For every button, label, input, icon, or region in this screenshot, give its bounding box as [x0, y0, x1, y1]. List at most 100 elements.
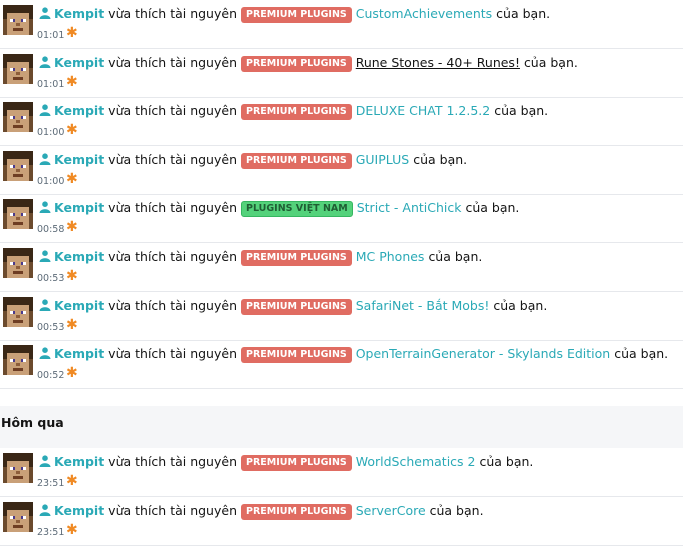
resource-link[interactable]: GUIPLUS: [356, 152, 410, 167]
asterisk-icon: ✱: [66, 170, 78, 187]
resource-link[interactable]: DELUXE CHAT 1.2.5.2: [356, 103, 491, 118]
username-link[interactable]: Kempit: [54, 55, 104, 70]
username-link[interactable]: Kempit: [54, 200, 104, 215]
alert-item: Kempit vừa thích tài nguyên PLUGINS VIỆT…: [0, 194, 683, 244]
asterisk-icon: ✱: [66, 365, 78, 382]
resource-link[interactable]: SafariNet - Bắt Mobs!: [356, 298, 490, 313]
username-link[interactable]: Kempit: [54, 152, 104, 167]
user-icon: [39, 503, 51, 516]
alert-time: 00:52: [37, 370, 65, 382]
suffix-text: của bạn.: [465, 200, 520, 216]
prefix-badge: PREMIUM PLUGINS: [240, 503, 352, 520]
resource-link[interactable]: WorldSchematics 2: [356, 454, 476, 469]
username-link[interactable]: Kempit: [54, 249, 104, 264]
username-link[interactable]: Kempit: [54, 298, 104, 313]
alert-item: Kempit vừa thích tài nguyên PREMIUM PLUG…: [0, 97, 683, 147]
asterisk-icon: ✱: [66, 316, 78, 333]
asterisk-icon: ✱: [66, 73, 78, 90]
action-text: vừa thích tài nguyên: [108, 249, 237, 264]
user-icon: [39, 201, 51, 214]
resource-link[interactable]: Strict - AntiChick: [357, 200, 462, 215]
avatar[interactable]: [3, 248, 33, 278]
avatar[interactable]: [3, 150, 33, 181]
resource-link[interactable]: Rune Stones - 40+ Runes!: [356, 55, 520, 70]
suffix-text: của bạn.: [429, 502, 484, 518]
alert-text: Kempit vừa thích tài nguyên PREMIUM PLUG…: [39, 248, 482, 266]
action-text: vừa thích tài nguyên: [108, 502, 237, 518]
suffix-text: của bạn.: [496, 6, 551, 21]
section-header-yesterday: Hôm qua: [0, 406, 683, 448]
username-link[interactable]: Kempit: [54, 6, 104, 21]
username-link[interactable]: Kempit: [54, 346, 104, 361]
resource-link[interactable]: MC Phones: [356, 249, 425, 264]
suffix-text: của bạn.: [614, 346, 669, 362]
alert-item: Kempit vừa thích tài nguyên PREMIUM PLUG…: [0, 0, 683, 49]
section-title: Hôm qua: [1, 415, 64, 430]
alert-time: 00:53: [37, 321, 65, 333]
avatar[interactable]: [3, 453, 33, 483]
alert-text: Kempit vừa thích tài nguyên PREMIUM PLUG…: [39, 345, 669, 364]
avatar[interactable]: [3, 102, 33, 133]
avatar[interactable]: [3, 501, 33, 532]
user-icon: [39, 104, 51, 117]
avatar[interactable]: [3, 5, 33, 35]
alert-text: Kempit vừa thích tài nguyên PREMIUM PLUG…: [39, 5, 550, 23]
asterisk-icon: ✱: [66, 521, 78, 538]
alert-text: Kempit vừa thích tài nguyên PLUGINS VIỆT…: [39, 199, 520, 218]
resource-link[interactable]: OpenTerrainGenerator - Skylands Edition: [356, 346, 611, 361]
action-text: vừa thích tài nguyên: [108, 346, 237, 362]
action-text: vừa thích tài nguyên: [108, 454, 237, 469]
resource-link[interactable]: CustomAchievements: [356, 6, 492, 21]
suffix-text: của bạn.: [493, 297, 548, 313]
alert-time: 00:58: [37, 224, 65, 236]
resource-link[interactable]: ServerCore: [356, 503, 426, 518]
suffix-text: của bạn.: [413, 151, 468, 167]
alert-time: 00:53: [37, 273, 65, 284]
username-link[interactable]: Kempit: [54, 103, 104, 118]
prefix-badge: PREMIUM PLUGINS: [240, 347, 352, 364]
alert-item: Kempit vừa thích tài nguyên PREMIUM PLUG…: [0, 292, 683, 341]
prefix-badge: PREMIUM PLUGINS: [240, 55, 352, 72]
alert-item: Kempit vừa thích tài nguyên PREMIUM PLUG…: [0, 146, 683, 195]
suffix-text: của bạn.: [479, 454, 534, 469]
prefix-badge: PREMIUM PLUGINS: [240, 104, 352, 121]
user-icon: [39, 153, 51, 165]
alert-time: 23:51: [37, 478, 65, 489]
user-icon: [39, 55, 51, 68]
username-link[interactable]: Kempit: [54, 454, 104, 469]
action-text: vừa thích tài nguyên: [108, 103, 237, 119]
alert-text: Kempit vừa thích tài nguyên PREMIUM PLUG…: [39, 102, 548, 121]
alert-time: 01:00: [37, 175, 65, 187]
user-icon: [39, 298, 51, 311]
action-text: vừa thích tài nguyên: [108, 6, 237, 21]
asterisk-icon: ✱: [66, 473, 78, 489]
user-icon: [39, 347, 51, 360]
alert-item: Kempit vừa thích tài nguyên PREMIUM PLUG…: [0, 49, 683, 98]
asterisk-icon: ✱: [66, 219, 78, 236]
prefix-badge: PLUGINS VIỆT NAM: [240, 201, 353, 218]
alert-text: Kempit vừa thích tài nguyên PREMIUM PLUG…: [39, 502, 484, 520]
suffix-text: của bạn.: [523, 54, 578, 70]
avatar[interactable]: [3, 199, 33, 230]
alert-item: Kempit vừa thích tài nguyên PREMIUM PLUG…: [0, 497, 683, 546]
username-link[interactable]: Kempit: [54, 503, 104, 518]
avatar[interactable]: [3, 296, 33, 327]
alert-time: 01:01: [37, 78, 65, 90]
asterisk-icon: ✱: [66, 268, 78, 284]
alert-item: Kempit vừa thích tài nguyên PREMIUM PLUG…: [0, 243, 683, 292]
alert-text: Kempit vừa thích tài nguyên PREMIUM PLUG…: [39, 151, 467, 169]
prefix-badge: PREMIUM PLUGINS: [240, 7, 352, 23]
prefix-badge: PREMIUM PLUGINS: [240, 152, 352, 169]
alert-time: 01:01: [37, 30, 65, 41]
action-text: vừa thích tài nguyên: [108, 200, 237, 216]
alert-text: Kempit vừa thích tài nguyên PREMIUM PLUG…: [39, 54, 578, 72]
alert-text: Kempit vừa thích tài nguyên PREMIUM PLUG…: [39, 453, 533, 471]
user-icon: [39, 250, 51, 262]
avatar[interactable]: [3, 53, 33, 84]
suffix-text: của bạn.: [428, 249, 483, 264]
action-text: vừa thích tài nguyên: [108, 151, 237, 167]
alert-item: Kempit vừa thích tài nguyên PREMIUM PLUG…: [0, 448, 683, 497]
avatar[interactable]: [3, 345, 33, 376]
alert-time: 23:51: [37, 526, 65, 538]
asterisk-icon: ✱: [66, 25, 78, 41]
